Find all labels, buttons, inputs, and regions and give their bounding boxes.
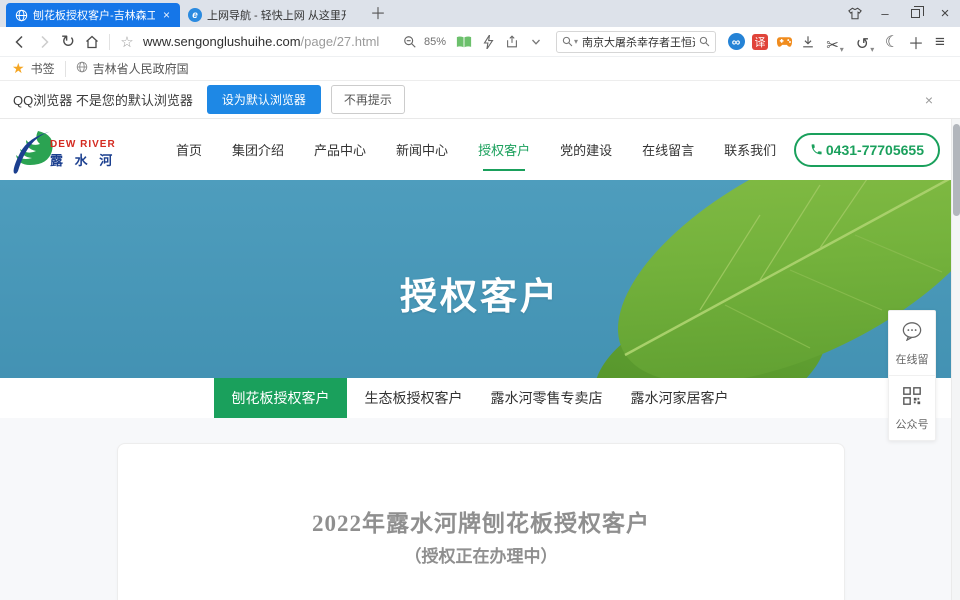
nav-item-home[interactable]: 首页 xyxy=(174,130,204,169)
share-icon[interactable] xyxy=(500,30,524,54)
phone-number: 0431-77705655 xyxy=(826,142,924,158)
logo-text-zh: 露 水 河 xyxy=(50,150,116,169)
tab-home-clients[interactable]: 露水河家居客户 xyxy=(613,378,746,418)
set-default-button[interactable]: 设为默认浏览器 xyxy=(207,85,321,114)
logo-text-en: DEW RIVER xyxy=(50,139,116,150)
search-engine-caret-icon: ▾ xyxy=(574,37,578,46)
site-logo[interactable]: DEW RIVER 露 水 河 xyxy=(8,125,158,175)
qq-community-icon[interactable]: ∞ xyxy=(724,30,748,54)
nav-item-party[interactable]: 党的建设 xyxy=(558,130,614,169)
nav-item-news[interactable]: 新闻中心 xyxy=(394,130,450,169)
globe-icon xyxy=(76,61,88,76)
site-header: DEW RIVER 露 水 河 首页 集团介绍 产品中心 新闻中心 授权客户 党… xyxy=(0,119,960,180)
globe-favicon-icon xyxy=(14,8,28,22)
bookmark-star-icon[interactable]: ☆ xyxy=(115,30,139,54)
main-content: 2022年露水河牌刨花板授权客户 （授权正在办理中） 提醒广大消费者：建议您购买… xyxy=(0,418,960,600)
screenshot-scissors-icon[interactable]: ✂▾ xyxy=(820,30,850,54)
new-tab-button[interactable]: ＋ xyxy=(360,0,396,27)
address-bar[interactable]: www.sengonglushuihe.com/page/27.html xyxy=(139,34,398,49)
site-nav: 首页 集团介绍 产品中心 新闻中心 授权客户 党的建设 在线留言 联系我们 xyxy=(174,130,778,169)
forward-icon[interactable] xyxy=(32,30,56,54)
home-icon[interactable] xyxy=(80,30,104,54)
nav-item-products[interactable]: 产品中心 xyxy=(312,130,368,169)
official-account-button[interactable]: 公众号 xyxy=(889,375,935,440)
translate-icon[interactable]: 译 xyxy=(748,30,772,54)
browser-tab-navigation[interactable]: e 上网导航 - 轻快上网 从这里开始 xyxy=(180,3,360,27)
search-go-icon xyxy=(699,36,710,47)
official-account-label: 公众号 xyxy=(889,416,935,432)
menu-hamburger-icon[interactable]: ≡ xyxy=(928,30,952,54)
browser-tab-strip: 刨花板授权客户-吉林森工远东林业发 × e 上网导航 - 轻快上网 从这里开始 … xyxy=(0,0,960,27)
zoom-percentage[interactable]: 85% xyxy=(424,36,446,48)
zoom-out-icon[interactable] xyxy=(398,30,422,54)
bookmarks-label[interactable]: 书签 xyxy=(31,60,55,77)
notification-message: QQ浏览器 不是您的默认浏览器 xyxy=(13,90,193,109)
tab-ecoboard-clients[interactable]: 生态板授权客户 xyxy=(347,378,480,418)
games-icon[interactable] xyxy=(772,30,796,54)
url-host: www.sengonglushuihe.com xyxy=(143,34,301,49)
web-page: DEW RIVER 露 水 河 首页 集团介绍 产品中心 新闻中心 授权客户 党… xyxy=(0,119,960,600)
chat-bubble-icon xyxy=(901,321,923,341)
tab-retail-stores[interactable]: 露水河零售专卖店 xyxy=(480,378,613,418)
browser-skin-icon[interactable] xyxy=(840,0,870,27)
nav-item-message[interactable]: 在线留言 xyxy=(640,130,696,169)
browser-toolbar: ↻ ☆ www.sengonglushuihe.com/page/27.html… xyxy=(0,27,960,57)
hero-banner: 授权客户 xyxy=(0,180,960,378)
browser-tab-active[interactable]: 刨花板授权客户-吉林森工远东林业发 × xyxy=(6,3,180,27)
floating-side-widget: 在线留 公众号 xyxy=(888,310,936,441)
tab-close-icon[interactable]: × xyxy=(161,8,172,22)
notification-close-icon[interactable]: × xyxy=(925,92,933,108)
refresh-icon[interactable]: ↻ xyxy=(56,30,80,54)
scrollbar-thumb[interactable] xyxy=(953,124,960,216)
minimize-button[interactable]: – xyxy=(870,0,900,27)
online-message-label: 在线留 xyxy=(889,351,935,367)
nav-item-contact[interactable]: 联系我们 xyxy=(722,130,778,169)
tab-title: 上网导航 - 轻快上网 从这里开始 xyxy=(207,7,346,23)
bookmarks-bar: ★ 书签 吉林省人民政府国 xyxy=(0,57,960,81)
search-engine-icon xyxy=(562,36,573,47)
bookmark-title: 吉林省人民政府国 xyxy=(93,60,189,77)
reading-mode-icon[interactable] xyxy=(452,30,476,54)
online-message-button[interactable]: 在线留 xyxy=(889,311,935,375)
e-favicon-icon: e xyxy=(188,8,202,22)
search-input[interactable]: ▾ 南京大屠杀幸存者王恒逝世 xyxy=(556,31,716,53)
dismiss-button[interactable]: 不再提示 xyxy=(331,85,405,114)
content-card: 2022年露水河牌刨花板授权客户 （授权正在办理中） 提醒广大消费者：建议您购买… xyxy=(117,443,845,600)
bookmark-item[interactable]: 吉林省人民政府国 xyxy=(76,60,189,77)
article-subtitle: （授权正在办理中） xyxy=(118,542,844,567)
article-title: 2022年露水河牌刨花板授权客户 xyxy=(118,504,844,538)
page-scrollbar[interactable] xyxy=(951,119,960,600)
window-controls: – × xyxy=(840,0,960,27)
nav-item-about[interactable]: 集团介绍 xyxy=(230,130,286,169)
bookmarks-star-icon: ★ xyxy=(12,60,25,77)
tab-particleboard-clients[interactable]: 刨花板授权客户 xyxy=(214,378,347,418)
restore-button[interactable] xyxy=(900,0,930,27)
client-category-tabs: 刨花板授权客户 生态板授权客户 露水河零售专卖店 露水河家居客户 xyxy=(0,378,960,418)
flash-icon[interactable] xyxy=(476,30,500,54)
night-mode-moon-icon[interactable]: ☾ xyxy=(880,30,904,54)
qr-code-icon xyxy=(902,386,922,406)
chevron-down-icon[interactable] xyxy=(524,30,548,54)
add-icon[interactable]: ＋ xyxy=(904,30,928,54)
download-icon[interactable] xyxy=(796,30,820,54)
default-browser-notification: QQ浏览器 不是您的默认浏览器 设为默认浏览器 不再提示 × xyxy=(0,81,960,119)
nav-item-authorized-clients[interactable]: 授权客户 xyxy=(476,130,532,169)
tab-title: 刨花板授权客户-吉林森工远东林业发 xyxy=(33,7,155,23)
phone-icon xyxy=(810,143,823,156)
history-undo-icon[interactable]: ↺▾ xyxy=(850,30,880,54)
close-window-button[interactable]: × xyxy=(930,0,960,27)
back-icon[interactable] xyxy=(8,30,32,54)
search-query-text: 南京大屠杀幸存者王恒逝世 xyxy=(582,34,695,50)
url-path: /page/27.html xyxy=(301,34,380,49)
hero-title: 授权客户 xyxy=(0,266,960,320)
phone-button[interactable]: 0431-77705655 xyxy=(794,133,940,167)
